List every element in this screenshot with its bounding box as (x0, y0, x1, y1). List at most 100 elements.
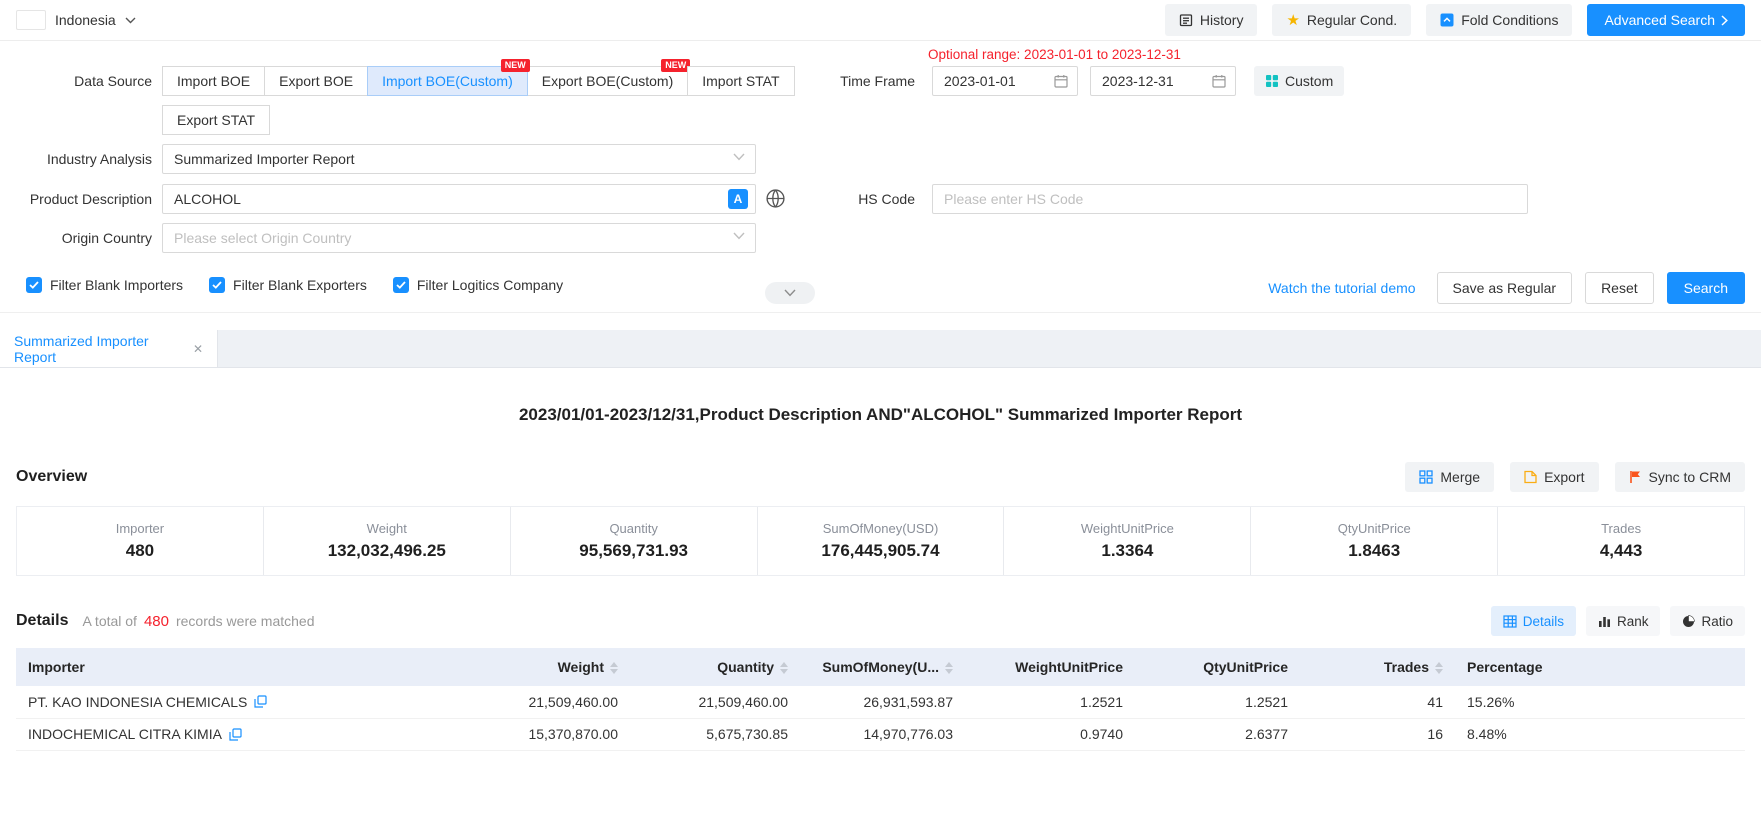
custom-icon (1265, 74, 1279, 88)
sync-to-crm-label: Sync to CRM (1649, 469, 1731, 485)
filter-blank-exporters-checkbox[interactable]: Filter Blank Exporters (209, 277, 367, 293)
filter-logistics-company-checkbox[interactable]: Filter Logitics Company (393, 277, 563, 293)
industry-analysis-value: Summarized Importer Report (174, 151, 355, 167)
tab-summarized-importer-report[interactable]: Summarized Importer Report ✕ (0, 330, 218, 367)
custom-range-button[interactable]: Custom (1254, 66, 1344, 96)
qty-unit-price-cell: 1.2521 (1135, 686, 1300, 718)
total-suffix: records were matched (176, 613, 315, 629)
stat-label: QtyUnitPrice (1251, 521, 1497, 536)
export-button[interactable]: Export (1510, 462, 1598, 492)
origin-country-placeholder: Please select Origin Country (174, 230, 351, 246)
search-button[interactable]: Search (1667, 272, 1745, 304)
details-section: Details A total of480records were matche… (0, 606, 1761, 751)
tutorial-link[interactable]: Watch the tutorial demo (1268, 280, 1415, 296)
close-icon[interactable]: ✕ (193, 342, 203, 356)
optional-range-hint: Optional range: 2023-01-01 to 2023-12-31 (928, 47, 1181, 62)
view-ratio-label: Ratio (1701, 614, 1733, 629)
sync-to-crm-button[interactable]: Sync to CRM (1615, 462, 1745, 492)
history-button[interactable]: History (1165, 4, 1258, 36)
weight-unit-price-cell: 1.2521 (965, 686, 1135, 718)
advanced-search-button[interactable]: Advanced Search (1587, 4, 1745, 36)
stat-weight: Weight 132,032,496.25 (263, 507, 510, 575)
sort-icon[interactable] (610, 662, 618, 674)
weight-unit-price-cell: 0.9740 (965, 718, 1135, 750)
sort-icon[interactable] (945, 662, 953, 674)
regular-cond-button[interactable]: ★ Regular Cond. (1272, 4, 1411, 36)
view-details-button[interactable]: Details (1491, 606, 1576, 636)
view-ratio-button[interactable]: Ratio (1670, 606, 1745, 636)
top-bar: Indonesia History ★ Regular Cond. Fold C… (0, 0, 1761, 41)
chevron-down-icon (125, 17, 136, 24)
stat-quantity: Quantity 95,569,731.93 (510, 507, 757, 575)
fold-conditions-button[interactable]: Fold Conditions (1426, 4, 1572, 36)
tab-export-stat[interactable]: Export STAT (162, 105, 270, 135)
stat-qty-unit-price: QtyUnitPrice 1.8463 (1250, 507, 1497, 575)
tab-export-boe-custom[interactable]: Export BOE(Custom)NEW (527, 66, 688, 96)
product-description-input[interactable] (162, 184, 756, 214)
save-as-regular-button[interactable]: Save as Regular (1437, 272, 1573, 304)
stat-importer: Importer 480 (17, 507, 263, 575)
industry-analysis-select[interactable]: Summarized Importer Report (162, 144, 756, 174)
result-tab-bar: Summarized Importer Report ✕ (0, 330, 1761, 368)
importer-name[interactable]: INDOCHEMICAL CITRA KIMIA (28, 726, 222, 742)
stat-value: 1.3364 (1004, 541, 1250, 561)
indonesia-flag-icon (16, 10, 46, 30)
origin-country-select[interactable]: Please select Origin Country (162, 223, 756, 253)
industry-analysis-label: Industry Analysis (0, 144, 152, 174)
total-prefix: A total of (82, 613, 136, 629)
tab-label: Export STAT (177, 112, 255, 128)
stat-label: Weight (264, 521, 510, 536)
match-summary: A total of480records were matched (82, 613, 314, 630)
checkbox-label: Filter Blank Exporters (233, 277, 367, 293)
overview-section: Overview Merge Export Sync to CRM (0, 462, 1761, 576)
sort-icon[interactable] (780, 662, 788, 674)
end-date-input[interactable]: 2023-12-31 (1090, 66, 1236, 96)
chevron-down-icon (733, 232, 745, 240)
filter-blank-importers-checkbox[interactable]: Filter Blank Importers (26, 277, 183, 293)
stat-trades: Trades 4,443 (1497, 507, 1744, 575)
weight-cell: 21,509,460.00 (468, 686, 630, 718)
weight-cell: 15,370,870.00 (468, 718, 630, 750)
start-date-input[interactable]: 2023-01-01 (932, 66, 1078, 96)
new-badge: NEW (501, 59, 530, 72)
calendar-icon (1054, 74, 1068, 88)
copy-icon[interactable] (254, 695, 267, 708)
sort-icon[interactable] (1435, 662, 1443, 674)
collapse-conditions-button[interactable] (765, 282, 815, 304)
checkbox-label: Filter Logitics Company (417, 277, 563, 293)
tab-export-boe[interactable]: Export BOE (264, 66, 368, 96)
merge-label: Merge (1440, 469, 1480, 485)
stat-label: Trades (1498, 521, 1744, 536)
start-date-value: 2023-01-01 (944, 73, 1016, 89)
tab-import-boe-custom[interactable]: Import BOE(Custom)NEW (367, 66, 528, 96)
stat-value: 480 (17, 541, 263, 561)
stat-label: Importer (17, 521, 263, 536)
hs-code-label: HS Code (700, 184, 915, 214)
fold-conditions-label: Fold Conditions (1461, 12, 1558, 28)
view-rank-label: Rank (1617, 614, 1649, 629)
view-switcher: Details Rank Ratio (1491, 606, 1745, 636)
merge-button[interactable]: Merge (1405, 462, 1494, 492)
trades-cell: 16 (1300, 718, 1455, 750)
new-badge: NEW (661, 59, 690, 72)
tab-import-boe[interactable]: Import BOE (162, 66, 265, 96)
search-form: Optional range: 2023-01-01 to 2023-12-31… (0, 41, 1761, 313)
bar-chart-icon (1598, 615, 1611, 628)
view-rank-button[interactable]: Rank (1586, 606, 1661, 636)
sum-of-money-cell: 26,931,593.87 (800, 686, 965, 718)
filter-checkbox-row: Filter Blank Importers Filter Blank Expo… (26, 277, 563, 293)
copy-icon[interactable] (229, 728, 242, 741)
trades-cell: 41 (1300, 686, 1455, 718)
col-importer: Importer (16, 648, 468, 686)
hs-code-input[interactable] (932, 184, 1528, 214)
country-name: Indonesia (55, 12, 116, 28)
col-weight: Weight (468, 648, 630, 686)
merge-icon (1419, 470, 1433, 484)
col-trades: Trades (1300, 648, 1455, 686)
stat-label: WeightUnitPrice (1004, 521, 1250, 536)
country-selector[interactable]: Indonesia (16, 10, 136, 30)
importer-name[interactable]: PT. KAO INDONESIA CHEMICALS (28, 694, 247, 710)
column-label: Trades (1384, 659, 1429, 675)
reset-button[interactable]: Reset (1585, 272, 1654, 304)
export-label: Export (1544, 469, 1584, 485)
